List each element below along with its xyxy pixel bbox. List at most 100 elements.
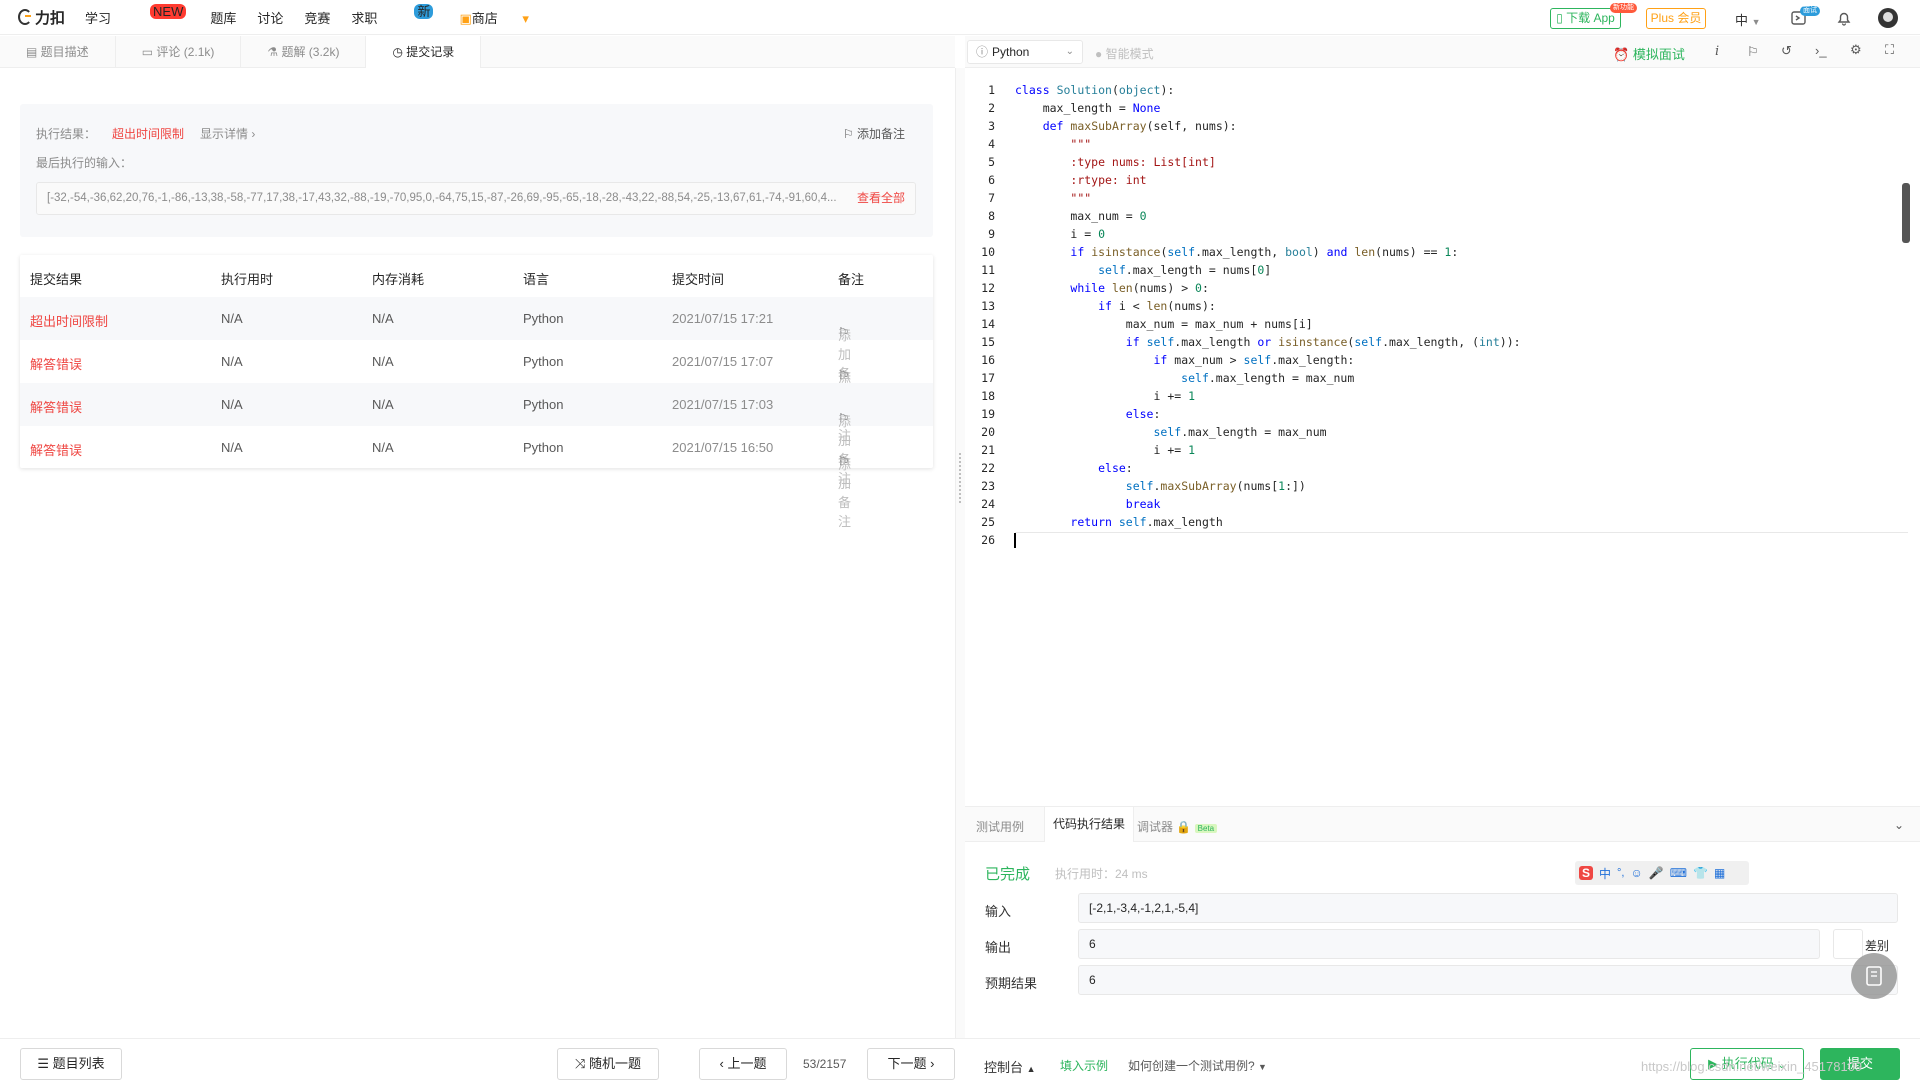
- header-result: 提交结果: [30, 272, 83, 287]
- line-number: 3: [988, 119, 995, 133]
- nav-link-problemset[interactable]: 题库: [210, 8, 236, 27]
- line-number: 5: [988, 155, 995, 169]
- chevron-right-icon: ›: [930, 1056, 935, 1071]
- output-label: 输出: [985, 940, 1012, 955]
- top-navbar: 力扣 学习 NEW 题库 讨论 竞赛 求职新 ▣商店 ▾ ▯ 下载 App 新功能…: [0, 0, 1920, 35]
- header-note: 备注: [838, 272, 865, 287]
- code-editor[interactable]: 1 2 3 4 5 6 7 8 9 10 11 12 13 14 15 16 17 18 19 20 21 22 23 24 2…: [965, 83, 1910, 803]
- interview-badge: 面试: [1800, 6, 1820, 16]
- punctuation-icon: °,: [1617, 867, 1625, 879]
- table-row[interactable]: 超出时间限制 N/A N/A Python 2021/07/15 17:21 ⚐…: [20, 297, 933, 400]
- last-input-value: [-32,-54,-36,62,20,76,-1,-86,-13,38,-58,…: [47, 192, 837, 204]
- view-all-link[interactable]: 查看全部: [857, 183, 905, 214]
- fill-example-link[interactable]: 填入示例: [1060, 1057, 1108, 1074]
- bottom-bar: ☰ 题目列表 ⤨ 随机一题 ‹ 上一题 53/2157 下一题 › 控制台 ▲ …: [0, 1038, 1920, 1089]
- nav-link-contest[interactable]: 竞赛: [304, 8, 330, 27]
- nav-link-shop[interactable]: ▣商店 ▾: [459, 8, 528, 27]
- ime-toolbar[interactable]: S 中 °, ☺ 🎤 ⌨ 👕 ▦: [1575, 861, 1749, 885]
- table-row[interactable]: 解答错误 N/A N/A Python 2021/07/15 16:50 ⚐ 添…: [20, 426, 933, 529]
- grid-icon: ▦: [1714, 866, 1726, 880]
- page-indicator: 53/2157: [803, 1057, 847, 1071]
- mock-interview-button[interactable]: ⏰ 模拟面试: [1613, 44, 1685, 63]
- last-input-box: [-32,-54,-36,62,20,76,-1,-86,-13,38,-58,…: [36, 182, 916, 215]
- tab-run-result[interactable]: 代码执行结果: [1044, 807, 1135, 842]
- line-number: 11: [981, 263, 995, 277]
- console-tabs: 测试用例 代码执行结果 调试器 🔒 Beta ⌄: [965, 806, 1920, 842]
- flag-icon[interactable]: ⚐: [1747, 44, 1759, 60]
- console-toggle[interactable]: 控制台 ▲: [984, 1057, 1036, 1076]
- tab-solutions[interactable]: ⚗ 题解 (3.2k): [241, 36, 367, 68]
- row-memory: N/A: [372, 354, 394, 369]
- collapse-chevron-icon[interactable]: ⌄: [1894, 818, 1904, 832]
- line-number: 6: [988, 173, 995, 187]
- row-result[interactable]: 解答错误: [30, 397, 82, 416]
- line-number: 19: [981, 407, 995, 421]
- row-runtime: N/A: [221, 397, 243, 412]
- nav-link-jobs[interactable]: 求职新: [351, 3, 438, 27]
- expected-value: 6: [1078, 965, 1898, 995]
- terminal-icon[interactable]: ›_: [1815, 43, 1827, 58]
- download-badge: 新功能: [1610, 3, 1637, 13]
- row-result[interactable]: 超出时间限制: [30, 311, 108, 330]
- language-switch[interactable]: 中 ▼: [1735, 10, 1761, 29]
- logo-text: 力扣: [35, 9, 66, 27]
- tab-description[interactable]: ▤ 题目描述: [0, 36, 116, 68]
- skin-icon: 👕: [1693, 866, 1708, 880]
- random-problem-button[interactable]: ⤨ 随机一题: [557, 1048, 659, 1080]
- smart-mode-toggle[interactable]: ● 智能模式: [1095, 45, 1154, 62]
- prev-problem-button[interactable]: ‹ 上一题: [699, 1048, 787, 1080]
- diff-toggle[interactable]: [1833, 929, 1863, 959]
- row-result[interactable]: 解答错误: [30, 440, 82, 459]
- diff-label: 差别: [1865, 939, 1890, 953]
- table-row[interactable]: 解答错误 N/A N/A Python 2021/07/15 17:03 ⚐ 添…: [20, 383, 933, 486]
- row-runtime: N/A: [221, 440, 243, 455]
- line-number: 9: [988, 227, 995, 241]
- result-status: 超出时间限制: [112, 127, 185, 141]
- table-row[interactable]: 解答错误 N/A N/A Python 2021/07/15 17:07 ⚐ 添…: [20, 340, 933, 443]
- avatar[interactable]: [1878, 8, 1898, 28]
- show-details-link[interactable]: 显示详情 ›: [200, 125, 255, 142]
- row-result[interactable]: 解答错误: [30, 354, 82, 373]
- beta-badge: Beta: [1194, 824, 1218, 833]
- run-runtime: 执行用时：24 ms: [1055, 867, 1148, 881]
- fullscreen-icon[interactable]: ⛶: [1885, 42, 1894, 58]
- nav-link-learn[interactable]: 学习 NEW: [85, 3, 189, 27]
- tab-testcase[interactable]: 测试用例: [976, 818, 1024, 835]
- next-problem-button[interactable]: 下一题 ›: [867, 1048, 955, 1080]
- tab-comments[interactable]: ▭ 评论 (2.1k): [116, 36, 242, 68]
- console-body: 已完成 执行用时：24 ms S 中 °, ☺ 🎤 ⌨ 👕 ▦ 输入 [-2,1…: [965, 843, 1920, 1038]
- panel-resize-handle[interactable]: [955, 68, 965, 1038]
- nav-link-discuss[interactable]: 讨论: [257, 8, 283, 27]
- settings-icon[interactable]: ⚙: [1850, 42, 1862, 58]
- info-i-icon[interactable]: i: [1715, 44, 1719, 59]
- line-number: 7: [988, 191, 995, 205]
- expected-label: 预期结果: [985, 976, 1038, 991]
- bell-icon[interactable]: [1836, 10, 1852, 26]
- line-number: 8: [988, 209, 995, 223]
- add-note-button[interactable]: ⚐ 添加备注: [843, 125, 905, 142]
- line-number: 23: [981, 479, 995, 493]
- result-card: 执行结果： 超出时间限制 显示详情 › ⚐ 添加备注 最后执行的输入： [-32…: [20, 104, 933, 237]
- language-select[interactable]: ⓘ Python ⌄: [967, 40, 1083, 64]
- jobs-badge: 新: [414, 3, 434, 19]
- editor-scrollbar[interactable]: [1902, 183, 1910, 243]
- logo[interactable]: 力扣: [18, 7, 65, 28]
- header-time: 提交时间: [672, 272, 725, 287]
- reset-icon[interactable]: ↺: [1781, 43, 1792, 59]
- run-status: 已完成: [985, 866, 1031, 883]
- line-number: 10: [981, 245, 995, 259]
- how-create-testcase-link[interactable]: 如何创建一个测试用例? ▼: [1128, 1057, 1267, 1074]
- flag-icon: ⚐: [842, 127, 854, 141]
- tab-debugger[interactable]: 调试器 🔒 Beta: [1137, 818, 1218, 835]
- line-number: 1: [988, 83, 995, 97]
- line-number: 13: [981, 299, 995, 313]
- plus-member-button[interactable]: Plus 会员: [1646, 8, 1706, 29]
- row-time: 2021/07/15 17:21: [672, 311, 774, 326]
- problem-list-button[interactable]: ☰ 题目列表: [20, 1048, 122, 1080]
- row-time: 2021/07/15 17:03: [672, 397, 774, 412]
- row-language: Python: [523, 397, 564, 412]
- tab-submissions[interactable]: ◷ 提交记录: [366, 36, 482, 68]
- notes-fab[interactable]: [1851, 953, 1897, 999]
- problem-tabs: ▤ 题目描述 ▭ 评论 (2.1k) ⚗ 题解 (3.2k) ◷ 提交记录: [0, 36, 955, 68]
- input-label: 输入: [985, 904, 1012, 919]
